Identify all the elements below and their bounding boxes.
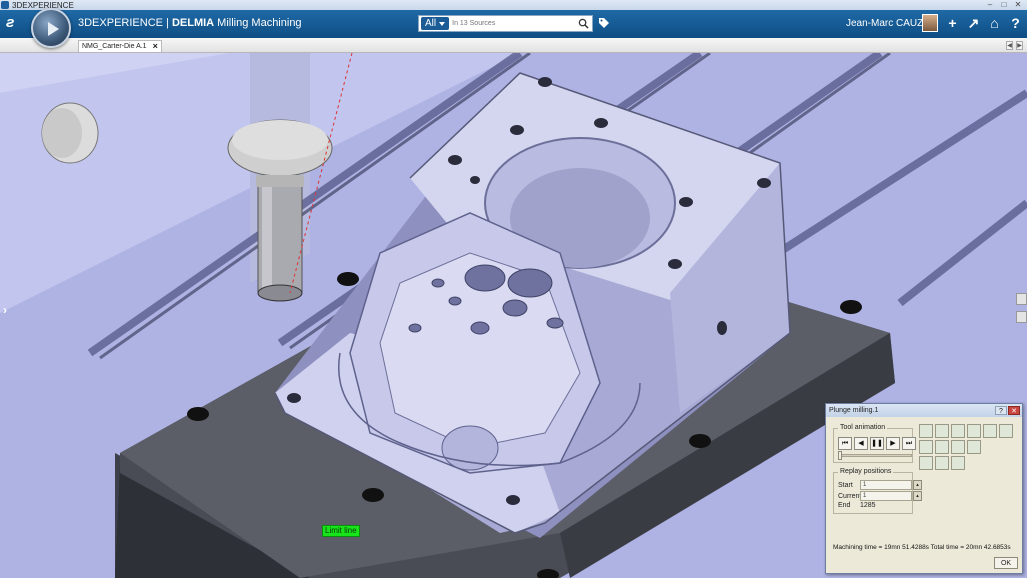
compass-widget[interactable] (31, 8, 71, 48)
window-title: 3DEXPERIENCE (12, 0, 74, 10)
option-icon-3[interactable] (951, 424, 965, 438)
close-tab-icon[interactable]: × (153, 41, 158, 52)
side-toolbar (1016, 293, 1027, 323)
animation-controls: ⏮ ◀ ❚❚ ▶ ⏭ (838, 437, 916, 450)
tool-animation-label: Tool animation (838, 424, 888, 431)
dialog-window-buttons: ? ✕ (995, 406, 1020, 415)
search-scope-label: All (425, 18, 437, 29)
search-scope-dropdown[interactable]: All (421, 17, 450, 30)
side-tool-icon-2[interactable] (1016, 311, 1027, 323)
option-icon-1[interactable] (919, 424, 933, 438)
share-icon[interactable]: ↗ (965, 14, 982, 32)
tab-next-icon[interactable]: ▶ (1016, 41, 1023, 50)
animation-slider[interactable] (838, 451, 912, 460)
option-icon-6[interactable] (999, 424, 1013, 438)
tool-animation-group: Tool animation ⏮ ◀ ❚❚ ▶ ⏭ (833, 424, 916, 463)
window-controls: – □ ✕ (985, 0, 1023, 10)
step-back-button[interactable]: ◀ (854, 437, 868, 450)
tab-label: NMG_Carter-Die A.1 (82, 43, 147, 50)
current-spinner[interactable]: ▴ (913, 491, 922, 501)
ok-button[interactable]: OK (994, 557, 1018, 569)
start-label: Start (838, 481, 853, 489)
help-icon[interactable]: ? (1007, 14, 1024, 32)
current-label: Current (838, 492, 862, 500)
replay-positions-label: Replay positions (838, 468, 894, 475)
option-icon-7[interactable] (919, 440, 933, 454)
option-icon-10[interactable] (967, 440, 981, 454)
start-spinner[interactable]: ▴ (913, 480, 922, 490)
top-bar: ƨ 3DEXPERIENCE | DELMIA Milling Machinin… (0, 8, 1027, 48)
rewind-button[interactable]: ⏮ (838, 437, 852, 450)
app-icon (1, 1, 9, 9)
current-row: Current 1 ▴ (838, 491, 922, 501)
home-icon[interactable]: ⌂ (986, 14, 1003, 32)
option-icon-12[interactable] (935, 456, 949, 470)
brand-strong: DELMIA (171, 17, 215, 29)
end-row: End 1285 (838, 502, 876, 509)
minimize-icon[interactable]: – (985, 0, 995, 10)
brand-app-name: Milling Machining (214, 17, 302, 29)
fast-forward-button[interactable]: ⏭ (902, 437, 916, 450)
replay-positions-group: Replay positions Start 1 ▴ Current 1 ▴ E… (833, 468, 922, 514)
tab-document[interactable]: NMG_Carter-Die A.1 × (78, 40, 162, 52)
ds-logo-icon[interactable]: ƨ (6, 14, 26, 34)
search-input[interactable] (452, 17, 581, 30)
chevron-down-icon (439, 21, 446, 26)
side-tool-icon-1[interactable] (1016, 293, 1027, 305)
window-titlebar: 3DEXPERIENCE – □ ✕ (0, 0, 1027, 10)
option-icon-8[interactable] (935, 440, 949, 454)
app-brand: 3DEXPERIENCE | DELMIA Milling Machining (78, 17, 302, 29)
tab-nav: ◀ ▶ (1006, 41, 1023, 50)
end-value: 1285 (860, 502, 876, 509)
pause-button[interactable]: ❚❚ (870, 437, 884, 450)
dialog-title: Plunge milling.1 (829, 407, 879, 414)
plunge-milling-dialog: Plunge milling.1 ? ✕ Tool animation ⏮ ◀ … (825, 403, 1023, 574)
start-field[interactable]: 1 (860, 480, 912, 490)
brand-prefix: 3DEXPERIENCE | (78, 17, 172, 29)
option-icon-5[interactable] (983, 424, 997, 438)
slider-thumb[interactable] (838, 451, 842, 460)
dialog-close-icon[interactable]: ✕ (1008, 406, 1020, 415)
maximize-icon[interactable]: □ (999, 0, 1009, 10)
tag-icon[interactable] (598, 17, 610, 29)
option-icon-13[interactable] (951, 456, 965, 470)
avatar[interactable] (922, 14, 938, 32)
option-icon-11[interactable] (919, 456, 933, 470)
current-field[interactable]: 1 (860, 491, 912, 501)
option-icon-9[interactable] (951, 440, 965, 454)
search-icon[interactable] (578, 18, 589, 29)
search-bar: All (418, 15, 593, 32)
end-label: End (838, 502, 851, 509)
machining-times: Machining time = 19mn 51.4288s Total tim… (833, 544, 1011, 551)
option-icon-2[interactable] (935, 424, 949, 438)
dialog-titlebar: Plunge milling.1 ? ✕ (826, 404, 1022, 417)
start-row: Start 1 ▴ (838, 480, 922, 490)
limit-line-label: Limit line (322, 525, 360, 537)
expand-panel-icon[interactable]: › (3, 303, 7, 317)
dialog-help-icon[interactable]: ? (995, 406, 1007, 415)
close-window-icon[interactable]: ✕ (1013, 0, 1023, 10)
display-options-grid (919, 424, 1013, 470)
play-button[interactable]: ▶ (886, 437, 900, 450)
compass-play-icon[interactable] (48, 22, 59, 36)
add-icon[interactable]: + (944, 14, 961, 32)
option-icon-4[interactable] (967, 424, 981, 438)
document-tabs: NMG_Carter-Die A.1 × ◀ ▶ (0, 38, 1027, 53)
tab-prev-icon[interactable]: ◀ (1006, 41, 1013, 50)
